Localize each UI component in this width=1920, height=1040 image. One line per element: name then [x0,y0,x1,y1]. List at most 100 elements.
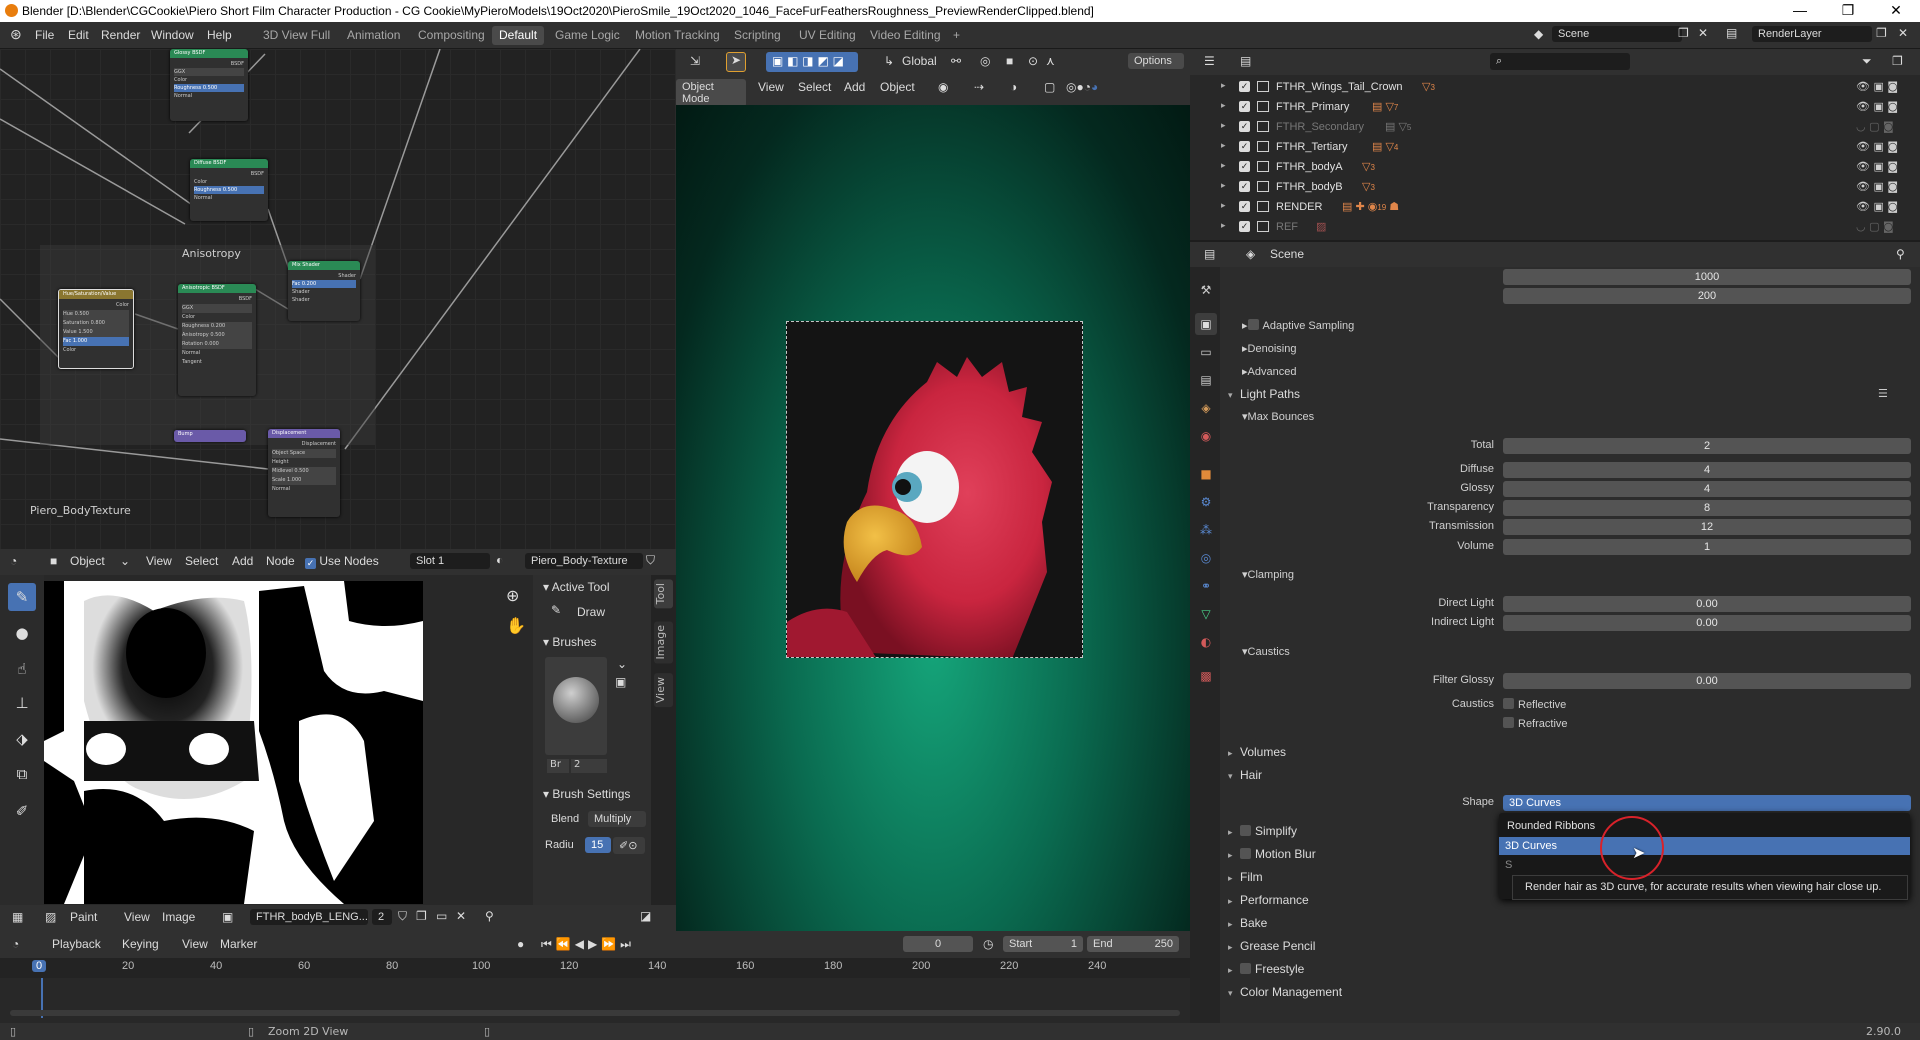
node-field[interactable]: Roughness 0.200 [182,322,252,331]
collection-name[interactable]: FTHR_bodyB [1276,181,1343,193]
menu-edit[interactable]: Edit [68,28,89,42]
node-mix-shader[interactable]: Mix Shader Shader Fac 0.200 Shader Shade… [288,261,360,321]
outliner-row[interactable]: ▸ ✓ RENDER ▤ ✚ ◉19 ☗ [1190,197,1920,217]
tab-tool[interactable]: Tool [654,579,673,609]
menu-node[interactable]: Node [266,554,295,568]
camera-render-preview[interactable] [786,321,1083,658]
timeline[interactable]: 0 20 40 60 80 100 120 140 160 180 200 22… [0,958,1190,1023]
node-field[interactable]: Value 1.500 [63,328,129,337]
image-users-field[interactable]: 2 [372,909,392,925]
active-tool-header[interactable]: ▾ Active Tool [543,580,610,594]
menu-view[interactable]: View [124,910,150,924]
fill-tool-icon[interactable]: ⬗ [8,725,36,753]
outliner-row[interactable]: ▸ ✓ REF ▨ [1190,217,1920,237]
new-collection-icon[interactable]: ❐ [1892,54,1903,68]
freestyle-panel[interactable]: ▸ Freestyle [1228,962,1304,976]
outliner-row[interactable]: ▸ ✓ FTHR_bodyA ▽3 [1190,157,1920,177]
proportional-editing-icon[interactable]: ◎ [980,54,990,68]
menu-select[interactable]: Select [185,554,218,568]
clamping-panel[interactable]: ▾Clamping [1242,568,1294,581]
open-image-icon[interactable]: ▭ [436,909,447,923]
outliner-row[interactable]: ▸ ✓ FTHR_Wings_Tail_Crown ▽3 [1190,77,1920,97]
paint-mode-dropdown[interactable]: Paint [70,910,97,924]
blender-menu-icon[interactable]: ⊛ [10,26,22,43]
editor-type-icon[interactable]: ◔ [10,554,17,568]
hair-shape-dropdown[interactable]: 3D Curves [1503,795,1911,811]
render-samples-field[interactable]: 1000 [1503,269,1911,285]
pressure-toggle-icon[interactable]: ✐⊙ [613,837,645,854]
filter-icon[interactable]: ⏷ [1862,54,1872,69]
selection-mode-buttons[interactable]: ▣ ◧ ◨ ◩ ◪ [766,52,858,72]
shader-node-editor[interactable]: Anisotropy Piero_BodyTexture Glossy BSDF… [0,49,676,549]
menu-image[interactable]: Image [162,910,195,924]
denoising-panel[interactable]: ▸Denoising [1242,342,1296,355]
node-dropdown[interactable]: GGX [174,68,244,76]
texture-canvas[interactable] [44,581,423,904]
collection-name[interactable]: FTHR_bodyA [1276,161,1343,173]
film-panel[interactable]: ▸ Film [1228,870,1263,884]
expand-arrow-icon[interactable]: ▸ [1221,120,1226,131]
mode-dropdown[interactable]: Object Mode [676,79,746,107]
brushes-header[interactable]: ▾ Brushes [543,635,596,649]
menu-add[interactable]: Add [844,80,865,94]
context-breadcrumb[interactable]: Scene [1270,247,1304,261]
adaptive-sampling-panel[interactable]: ▸ Adaptive Sampling [1242,319,1354,332]
delete-scene-icon[interactable]: ✕ [1698,26,1708,40]
viewport-samples-field[interactable]: 200 [1503,288,1911,304]
menu-keying[interactable]: Keying [122,937,159,951]
annotate-tool-icon[interactable]: ✐ [8,797,36,825]
renderlayer-selector[interactable]: RenderLayer [1752,26,1872,42]
node-anisotropic-bsdf[interactable]: Anisotropic BSDF BSDF GGX Color Roughnes… [178,284,256,396]
end-frame-field[interactable]: End 250 [1087,936,1179,952]
collection-name[interactable]: FTHR_Secondary [1276,121,1364,133]
node-field[interactable]: Saturation 0.800 [63,319,129,328]
grease-pencil-panel[interactable]: ▸ Grease Pencil [1228,939,1315,953]
collection-name[interactable]: FTHR_Tertiary [1276,141,1348,153]
expand-arrow-icon[interactable]: ▸ [1221,200,1226,211]
new-scene-icon[interactable]: ❐ [1678,26,1689,40]
editor-type-icon[interactable]: ▤ [1204,247,1215,261]
mask-tool-icon[interactable]: ⧉ [8,760,36,788]
shading-modes-icon[interactable]: ◎●◔◕ [1066,80,1098,94]
brush-settings-header[interactable]: ▾ Brush Settings [543,787,630,801]
collection-name[interactable]: FTHR_Wings_Tail_Crown [1276,81,1403,93]
bake-panel[interactable]: ▸ Bake [1228,916,1267,930]
menu-render[interactable]: Render [101,28,140,42]
option-rounded-ribbons[interactable]: Rounded Ribbons [1505,817,1904,835]
gizmos-toggle-icon[interactable]: ⇢ [974,80,984,94]
exclude-checkbox[interactable]: ✓ [1239,221,1250,232]
snapping-icon[interactable]: ⚯ [951,54,961,68]
option-3d-curves[interactable]: 3D Curves [1499,837,1910,855]
close-button[interactable]: ✕ [1876,2,1916,19]
editor-type-icon[interactable]: ◔ [12,937,19,951]
max-bounces-panel[interactable]: ▾Max Bounces [1242,410,1314,423]
menu-select[interactable]: Select [798,80,831,94]
node-field[interactable]: Midlevel 0.500 [272,467,336,476]
outliner-row[interactable]: ▸ ✓ FTHR_Primary ▤ ▽7 [1190,97,1920,117]
timeline-scrollbar[interactable] [10,1010,1180,1016]
brush-image-icon[interactable]: ▣ [615,675,626,689]
select-tool-icon[interactable]: ➤ [726,52,746,72]
fake-user-shield-icon[interactable]: ⛉ [398,909,407,924]
checkbox-box[interactable] [1503,717,1514,728]
delete-renderlayer-icon[interactable]: ✕ [1898,26,1908,40]
exclude-checkbox[interactable]: ✓ [1239,101,1250,112]
exclude-checkbox[interactable]: ✓ [1239,181,1250,192]
material-selector[interactable]: Piero_Body-Texture [525,553,643,569]
node-field[interactable]: Roughness 0.500 [194,186,264,194]
expand-arrow-icon[interactable]: ▸ [1221,100,1226,111]
node-bump[interactable]: Bump [174,430,246,442]
tab-image[interactable]: Image [654,621,673,664]
chevron-down-icon[interactable]: ⌄ [617,657,627,671]
shader-type-dropdown[interactable]: Object [70,554,105,568]
volume-bounces-field[interactable]: 1 [1503,539,1911,555]
menu-view[interactable]: View [182,937,208,951]
menu-add[interactable]: Add [232,554,253,568]
outliner[interactable]: ▸ ✓ FTHR_Wings_Tail_Crown ▽3 ▸ ✓ FTHR_Prim… [1190,75,1920,240]
clock-icon[interactable]: ◷ [983,937,993,951]
draw-brush-tool-icon[interactable]: ✎ [8,583,36,611]
advanced-panel[interactable]: ▸Advanced [1242,365,1296,378]
falloff-icon[interactable]: ■ [1006,54,1013,68]
node-displacement[interactable]: Displacement Displacement Object Space H… [268,429,340,517]
clone-tool-icon[interactable]: ⊥ [8,689,36,717]
